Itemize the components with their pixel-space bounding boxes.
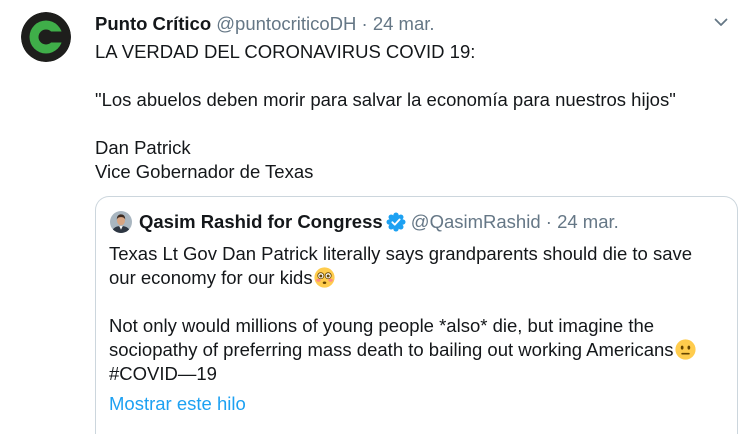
quoted-text: Not only would millions of young people … xyxy=(109,315,655,336)
hashtag-link: #COVID—19 xyxy=(109,363,217,384)
flushed-face-icon xyxy=(314,267,335,288)
tweet-menu-button[interactable] xyxy=(712,13,730,31)
quoted-tweet-card[interactable]: Qasim Rashid for Congress @QasimRashid ·… xyxy=(95,196,738,434)
tweet-date[interactable]: 24 mar. xyxy=(373,13,435,34)
punto-critico-logo-icon xyxy=(21,12,71,62)
tweet-text-line: LA VERDAD DEL CORONAVIRUS COVID 19: xyxy=(95,41,476,62)
author-name[interactable]: Punto Crítico xyxy=(95,13,211,34)
quoted-text-line: our economy for our kids xyxy=(109,266,696,290)
quoted-header-separator: · xyxy=(545,211,552,232)
quoted-tweet-date[interactable]: 24 mar. xyxy=(557,211,619,232)
quoted-tweet-header: Qasim Rashid for Congress @QasimRashid ·… xyxy=(139,210,619,234)
quoted-text-line: Not only would millions of young people … xyxy=(109,314,696,338)
neutral-face-icon xyxy=(674,339,696,360)
quoted-tweet-text: Texas Lt Gov Dan Patrick literally says … xyxy=(109,242,696,386)
tweet-text-line: Dan Patrick xyxy=(95,137,191,158)
quoted-author-photo xyxy=(110,211,132,233)
show-thread-link[interactable]: Mostrar este hilo xyxy=(109,392,246,416)
author-handle[interactable]: @puntocriticoDH xyxy=(216,13,356,34)
quoted-text-line: #COVID—19 xyxy=(109,362,696,386)
header-separator: · xyxy=(361,13,368,34)
quoted-text-line: sociopathy of preferring mass death to b… xyxy=(109,338,696,362)
quoted-text-line: Texas Lt Gov Dan Patrick literally says … xyxy=(109,242,696,266)
quoted-author-avatar[interactable] xyxy=(110,211,132,233)
verified-badge-icon xyxy=(386,212,406,232)
quoted-text: our economy for our kids xyxy=(109,267,313,288)
tweet-text-line: Vice Gobernador de Texas xyxy=(95,161,314,182)
quoted-author-handle[interactable]: @QasimRashid xyxy=(411,211,541,232)
tweet-text: LA VERDAD DEL CORONAVIRUS COVID 19: "Los… xyxy=(95,40,676,184)
quoted-text: sociopathy of preferring mass death to b… xyxy=(109,339,674,360)
author-avatar[interactable] xyxy=(21,12,71,62)
tweet-header: Punto Crítico @puntocriticoDH · 24 mar. xyxy=(95,12,435,36)
quoted-author-name[interactable]: Qasim Rashid for Congress xyxy=(139,211,383,232)
tweet-text-line: "Los abuelos deben morir para salvar la … xyxy=(95,89,676,110)
chevron-down-icon xyxy=(714,18,728,26)
quoted-text: Texas Lt Gov Dan Patrick literally says … xyxy=(109,243,693,264)
